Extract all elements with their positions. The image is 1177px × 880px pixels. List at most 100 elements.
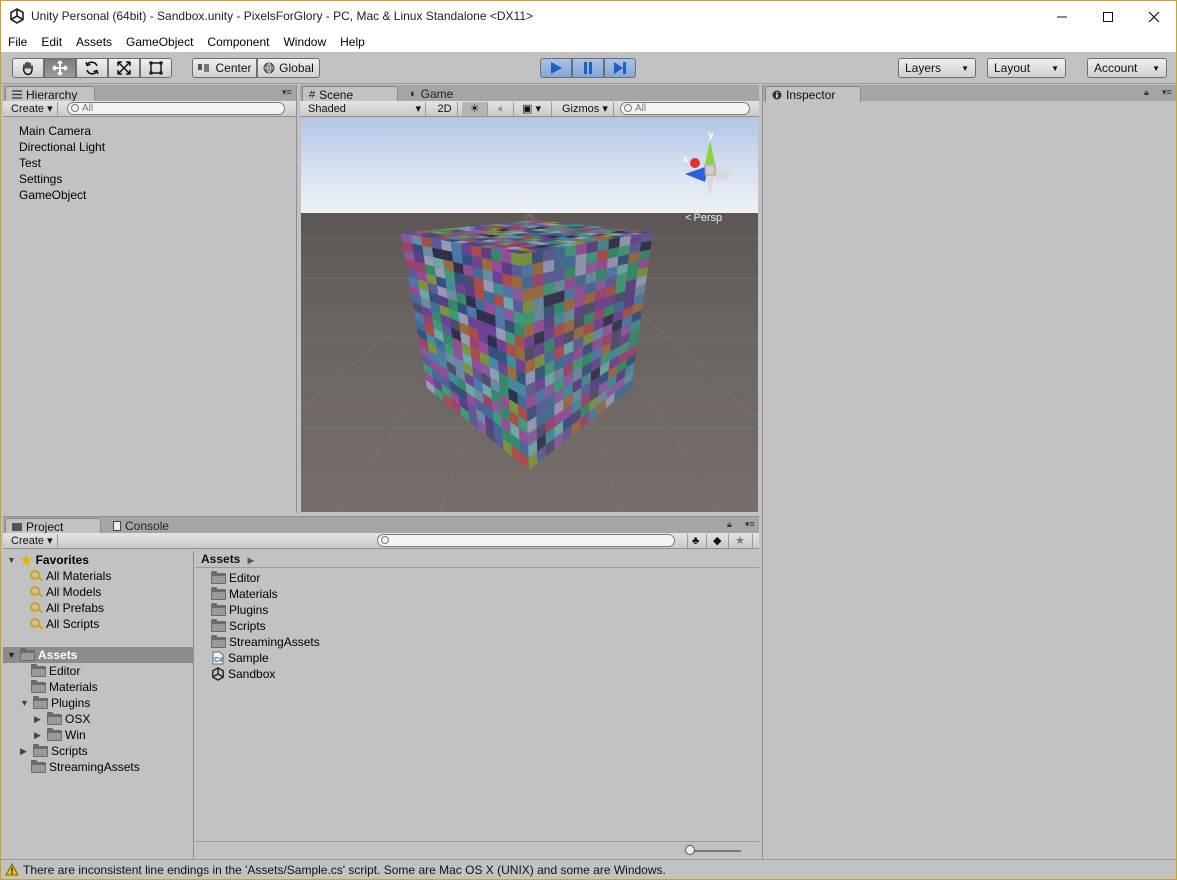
lighting-toggle-button[interactable]: ☀ xyxy=(462,102,488,116)
panel-menu-icon[interactable]: ▾≡ xyxy=(1162,88,1174,97)
filter-by-label-button[interactable]: ◆ xyxy=(709,534,729,548)
hierarchy-tabbar: Hierarchy ▾≡ xyxy=(3,85,296,102)
folder-tab-icon xyxy=(12,522,22,531)
play-button[interactable] xyxy=(540,58,572,78)
hierarchy-search-input[interactable]: All xyxy=(67,102,285,115)
cube-tile xyxy=(511,263,522,278)
tab-hierarchy[interactable]: Hierarchy xyxy=(5,86,95,102)
audio-toggle-button[interactable]: 🔈︎ xyxy=(490,102,514,116)
rect-tool-button[interactable] xyxy=(140,58,172,78)
project-search-input[interactable] xyxy=(377,534,675,547)
menu-edit[interactable]: Edit xyxy=(34,32,69,52)
close-button[interactable] xyxy=(1131,1,1176,32)
tree-assets-selected[interactable]: ▼ Assets xyxy=(3,647,193,663)
tab-project[interactable]: Project xyxy=(5,518,101,534)
favorite-all-models[interactable]: All Models xyxy=(29,584,101,600)
shading-mode-dropdown[interactable]: Shaded ▾ xyxy=(304,102,426,116)
cube-tile xyxy=(532,261,544,276)
favorite-all-materials[interactable]: All Materials xyxy=(29,568,111,584)
favorite-search-button[interactable]: ★ xyxy=(731,534,753,548)
menu-component[interactable]: Component xyxy=(200,32,276,52)
rotate-tool-button[interactable] xyxy=(76,58,108,78)
hierarchy-subtoolbar: Create ▾ All xyxy=(3,101,296,117)
lock-icon[interactable]: 🔒︎ xyxy=(727,520,739,529)
axis-neg-x-cone xyxy=(713,166,735,182)
tab-game[interactable]: ◐ Game xyxy=(404,86,484,102)
icon-size-slider-thumb[interactable] xyxy=(685,845,695,855)
effects-dropdown[interactable]: ▣ ▾ xyxy=(518,102,552,116)
tree-folder-streamingassets[interactable]: StreamingAssets xyxy=(31,759,140,775)
tree-folder-materials[interactable]: Materials xyxy=(31,679,98,695)
panel-menu-icon[interactable]: ▾≡ xyxy=(282,88,294,97)
lock-icon[interactable]: 🔒︎ xyxy=(1144,88,1156,97)
asset-item-sample[interactable]: C# Sample xyxy=(211,650,269,666)
layout-dropdown[interactable]: Layout ▼ xyxy=(987,58,1066,78)
search-placeholder: All xyxy=(82,103,94,114)
maximize-button[interactable] xyxy=(1085,1,1131,32)
menu-help[interactable]: Help xyxy=(333,32,372,52)
icon-size-slider-track[interactable] xyxy=(689,850,741,852)
folder-icon xyxy=(33,695,48,709)
hierarchy-create-dropdown[interactable]: Create ▾ xyxy=(7,102,58,116)
hierarchy-item-main-camera[interactable]: Main Camera xyxy=(19,123,91,139)
csharp-script-icon: C# xyxy=(212,651,224,665)
menu-assets[interactable]: Assets xyxy=(69,32,119,52)
pivot-center-button[interactable]: Center xyxy=(192,58,257,78)
hierarchy-item-gameobject[interactable]: GameObject xyxy=(19,187,86,203)
pivot-global-button[interactable]: Global xyxy=(257,58,320,78)
scene-tabbar: # Scene ◐ Game xyxy=(300,85,759,102)
tab-scene[interactable]: # Scene xyxy=(302,86,398,102)
asset-label: Materials xyxy=(229,587,278,601)
project-footer xyxy=(195,841,759,860)
hierarchy-item-test[interactable]: Test xyxy=(19,155,41,171)
scale-tool-button[interactable] xyxy=(108,58,140,78)
asset-item-editor[interactable]: Editor xyxy=(211,570,260,586)
project-create-dropdown[interactable]: Create ▾ xyxy=(7,534,58,548)
tab-console[interactable]: Console xyxy=(107,518,187,534)
menu-bar: File Edit Assets GameObject Component Wi… xyxy=(1,32,1176,52)
tree-folder-osx[interactable]: ▶ OSX xyxy=(34,711,90,727)
scene-orientation-gizmo[interactable]: y x xyxy=(675,126,745,196)
menu-gameobject[interactable]: GameObject xyxy=(119,32,200,52)
layers-dropdown[interactable]: Layers ▼ xyxy=(898,58,976,78)
search-icon xyxy=(29,601,43,615)
tree-folder-editor[interactable]: Editor xyxy=(31,663,80,679)
minimize-button[interactable] xyxy=(1039,1,1085,32)
hierarchy-item-directional-light[interactable]: Directional Light xyxy=(19,139,105,155)
pause-button[interactable] xyxy=(572,58,604,78)
asset-item-streamingassets[interactable]: StreamingAssets xyxy=(211,634,320,650)
step-button[interactable] xyxy=(604,58,636,78)
asset-item-scripts[interactable]: Scripts xyxy=(211,618,266,634)
tab-inspector[interactable]: Inspector xyxy=(765,86,861,102)
main-toolbar: Center Global Layers ▼ Layout ▼ Account … xyxy=(1,52,1176,84)
panel-menu-icon[interactable]: ▾≡ xyxy=(745,520,757,529)
scene-viewport[interactable]: y x < Persp xyxy=(301,118,758,512)
menu-window[interactable]: Window xyxy=(276,32,333,52)
tree-folder-plugins[interactable]: ▼ Plugins xyxy=(20,695,90,711)
asset-item-sandbox[interactable]: Sandbox xyxy=(211,666,275,682)
favorite-all-prefabs[interactable]: All Prefabs xyxy=(29,600,104,616)
scene-search-input[interactable]: All xyxy=(620,102,750,115)
folder-icon xyxy=(47,711,62,725)
tree-folder-win[interactable]: ▶ Win xyxy=(34,727,86,743)
account-dropdown[interactable]: Account ▼ xyxy=(1087,58,1167,78)
status-bar[interactable]: There are inconsistent line endings in t… xyxy=(1,859,1176,879)
filter-by-type-button[interactable]: ♣ xyxy=(687,534,707,548)
breadcrumb-assets[interactable]: Assets xyxy=(201,552,240,566)
asset-item-materials[interactable]: Materials xyxy=(211,586,278,602)
step-icon xyxy=(614,62,626,74)
svg-text:C#: C# xyxy=(214,657,223,664)
tree-folder-scripts[interactable]: ▶ Scripts xyxy=(20,743,88,759)
menu-file[interactable]: File xyxy=(1,32,34,52)
hierarchy-item-settings[interactable]: Settings xyxy=(19,171,62,187)
favorite-all-scripts[interactable]: All Scripts xyxy=(29,616,99,632)
chevron-down-icon: ▼ xyxy=(961,63,969,73)
hand-tool-button[interactable] xyxy=(12,58,44,78)
projection-toggle[interactable]: < Persp xyxy=(685,212,722,224)
toggle-2d-button[interactable]: 2D xyxy=(432,102,458,116)
move-tool-button[interactable] xyxy=(44,58,76,78)
tree-favorites[interactable]: ▼ ★ Favorites xyxy=(7,552,89,568)
asset-item-plugins[interactable]: Plugins xyxy=(211,602,268,618)
cube-tile xyxy=(521,252,533,266)
gizmos-dropdown[interactable]: Gizmos ▾ xyxy=(558,102,614,116)
